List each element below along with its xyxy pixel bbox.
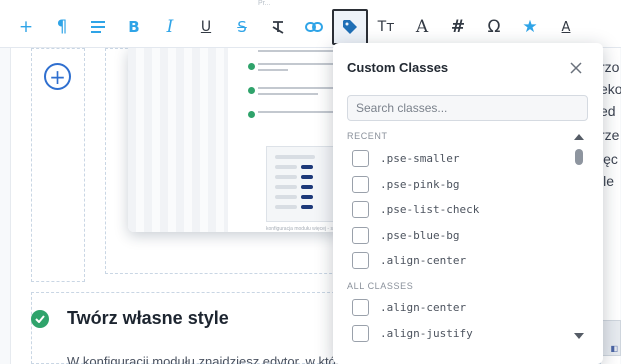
- plus-icon: +: [18, 16, 34, 37]
- underline-button[interactable]: U: [188, 9, 224, 45]
- favorite-button[interactable]: ★: [512, 9, 548, 45]
- check-circle-icon: [31, 310, 49, 328]
- thumbnail-icon: ◧: [610, 344, 618, 353]
- screenshot-thumbnail: [266, 146, 340, 222]
- align-button[interactable]: [80, 9, 116, 45]
- link-button[interactable]: [296, 9, 332, 45]
- custom-classes-popover: Custom Classes RECENT .pse-smaller .pse-…: [333, 43, 603, 364]
- custom-class-button[interactable]: [332, 9, 368, 45]
- bold-icon: B: [128, 18, 140, 36]
- class-option[interactable]: .pse-list-check: [352, 199, 572, 219]
- embedded-screenshot: [128, 48, 340, 232]
- strikethrough-button[interactable]: S: [224, 9, 260, 45]
- close-icon: [570, 62, 582, 74]
- star-icon: ★: [522, 16, 538, 37]
- class-search-input[interactable]: [347, 95, 588, 121]
- checkbox[interactable]: [352, 226, 369, 244]
- checkbox[interactable]: [352, 251, 369, 269]
- align-icon: [91, 21, 105, 33]
- paragraph-icon: ¶: [56, 16, 68, 37]
- clear-format-icon: [272, 21, 284, 34]
- checkbox[interactable]: [352, 200, 369, 218]
- bold-button[interactable]: B: [116, 9, 152, 45]
- checkbox[interactable]: [352, 324, 369, 342]
- all-classes-section-label: ALL CLASSES: [347, 281, 414, 291]
- add-block-button[interactable]: +: [8, 9, 44, 45]
- class-option[interactable]: .pse-pink-bg: [352, 174, 572, 194]
- paragraph-button[interactable]: ¶: [44, 9, 80, 45]
- scroll-down-arrow-icon[interactable]: [574, 333, 584, 339]
- recent-section-label: RECENT: [347, 131, 388, 141]
- popover-title: Custom Classes: [347, 60, 449, 75]
- text-color-icon: A: [561, 19, 571, 35]
- checkbox[interactable]: [352, 298, 369, 316]
- editor-toolbar: + ¶ B I U S Tт A # Ω ★ A: [0, 8, 621, 48]
- special-char-button[interactable]: Ω: [476, 9, 512, 45]
- class-option-label: .align-center: [380, 253, 467, 267]
- link-icon: [305, 22, 323, 32]
- add-block-circle-button[interactable]: +: [44, 63, 71, 90]
- class-option[interactable]: .align-justify: [352, 323, 572, 343]
- strikethrough-icon: S: [237, 18, 247, 36]
- close-button[interactable]: [567, 59, 585, 77]
- text-size-button[interactable]: Tт: [368, 9, 404, 45]
- class-option-label: .pse-blue-bg: [380, 228, 460, 242]
- font-icon: A: [415, 16, 429, 37]
- class-option[interactable]: .align-center: [352, 250, 572, 270]
- tag-icon: [343, 20, 357, 34]
- italic-button[interactable]: I: [152, 9, 188, 45]
- class-option[interactable]: .align-center: [352, 297, 572, 317]
- page-header-text: Pr...: [258, 0, 271, 7]
- scroll-up-arrow-icon[interactable]: [574, 134, 584, 140]
- screenshot-list-item: [248, 62, 340, 80]
- class-option[interactable]: .pse-smaller: [352, 148, 572, 168]
- italic-icon: I: [166, 17, 174, 37]
- class-option-label: .pse-pink-bg: [380, 177, 460, 191]
- body-fragment: eko: [600, 81, 621, 97]
- checkbox[interactable]: [352, 149, 369, 167]
- screenshot-list-item: [248, 110, 340, 128]
- font-button[interactable]: A: [404, 9, 440, 45]
- underline-icon: U: [200, 19, 212, 35]
- omega-icon: Ω: [487, 16, 501, 37]
- section-heading[interactable]: Twórz własne style: [67, 308, 229, 329]
- checkbox[interactable]: [352, 175, 369, 193]
- class-option-label: .align-center: [380, 300, 467, 314]
- text-color-button[interactable]: A: [548, 9, 584, 45]
- text-size-icon: Tт: [377, 19, 395, 35]
- screenshot-list-item: [248, 86, 340, 104]
- clear-format-button[interactable]: [260, 9, 296, 45]
- class-option-label: .pse-smaller: [380, 151, 460, 165]
- hash-icon: #: [450, 16, 466, 37]
- scrollbar-thumb[interactable]: [575, 149, 583, 165]
- class-option-label: .pse-list-check: [380, 202, 480, 216]
- class-option[interactable]: .pse-blue-bg: [352, 225, 572, 245]
- screenshot-stripes: [128, 48, 228, 232]
- hash-button[interactable]: #: [440, 9, 476, 45]
- class-option-label: .align-justify: [380, 326, 473, 340]
